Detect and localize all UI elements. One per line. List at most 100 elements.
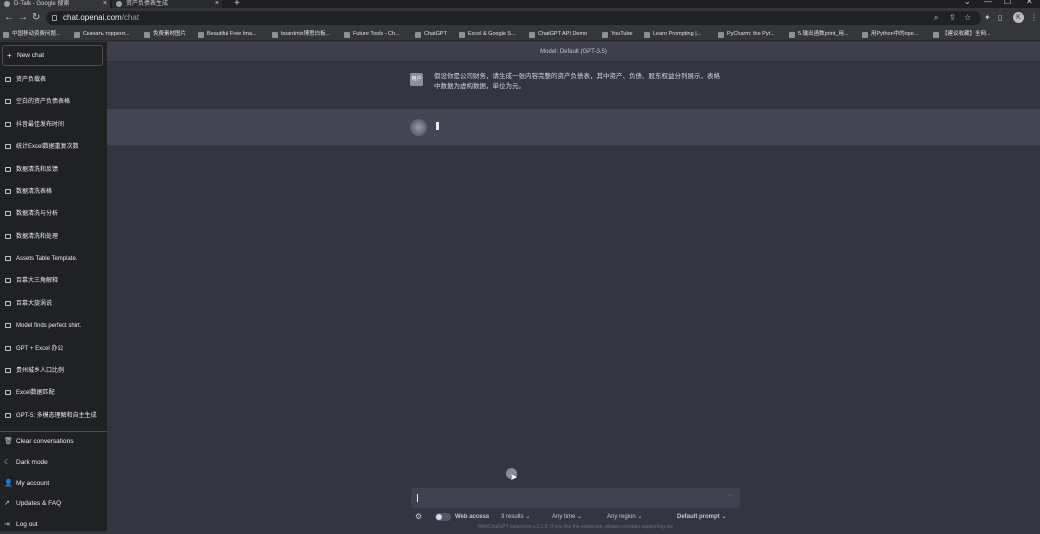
close-window-icon[interactable]: ✕ (1026, 0, 1033, 6)
browser-menu-icon[interactable]: ⋮ (1030, 13, 1038, 22)
close-tab-icon[interactable]: × (215, 0, 219, 8)
conversation-title: GPT-5: 多模态理解和自主生成 (16, 413, 97, 419)
webchatgpt-controls: ⚙ Web access 3 results ⌄ Any time ⌄ Any … (411, 510, 740, 524)
conversation-title: 资产负载表 (16, 77, 47, 83)
conversation-item[interactable]: 数据清洗表格 (0, 183, 107, 201)
bookmark-item[interactable]: boardmix博思白板... (272, 30, 330, 39)
assistant-message-row (107, 109, 1040, 146)
new-chat-label: New chat (17, 52, 45, 59)
bookmark-item[interactable]: ChatGPT API Demo (529, 30, 587, 39)
user-avatar: 用户 (410, 73, 423, 86)
dark-mode-button[interactable]: ☾ Dark mode (0, 454, 107, 472)
bookmark-label: Learn Prompting |... (653, 31, 702, 37)
conversation-item[interactable]: 百慕大三角解释 (0, 272, 107, 290)
bookmark-item[interactable]: YouTube (602, 30, 633, 39)
chat-bubble-icon (5, 234, 11, 239)
conversation-item[interactable]: 数据清洗与分析 (0, 205, 107, 223)
side-panel-icon[interactable]: ▯ (998, 13, 1002, 22)
region-select[interactable]: Any region ⌄ (607, 510, 642, 524)
conversation-item[interactable]: GPT + Excel 办公 (0, 340, 107, 358)
prompt-input[interactable]: ··· (411, 488, 740, 508)
tab-search-icon[interactable]: ⌄ (964, 0, 971, 6)
prompt-select[interactable]: Default prompt ⌄ (677, 510, 726, 524)
bookmark-label: PyCharm: the Pyt... (727, 31, 775, 37)
bookmark-label: 用Python中的ope... (871, 31, 919, 37)
conversation-item[interactable]: 抖音最佳发布时间 (0, 116, 107, 134)
minimize-icon[interactable]: — (984, 0, 992, 6)
bookmark-item[interactable]: 5.输出函数print_用... (789, 30, 848, 39)
conversation-item[interactable]: 空白的资产负债表格 (0, 93, 107, 111)
footer-label: My account (16, 480, 50, 487)
plus-icon: + (7, 51, 12, 60)
zoom-icon[interactable]: ⌕ (934, 13, 938, 23)
updates-faq-button[interactable]: ↗ Updates & FAQ (0, 495, 107, 513)
bookmark-item[interactable]: PyCharm: the Pyt... (718, 30, 775, 39)
conversation-item[interactable]: 贵州城乡人口比例 (0, 362, 107, 380)
bookmark-item[interactable]: 中国移动资费问题... (3, 30, 61, 39)
chevron-down-icon: ⌄ (637, 514, 643, 520)
chat-bubble-icon (5, 167, 11, 172)
bookmark-favicon-icon (459, 31, 465, 38)
log-out-button[interactable]: ⇥ Log out (0, 516, 107, 534)
conversation-item[interactable]: GPT-5: 多模态理解和自主生成 (0, 407, 107, 425)
new-chat-button[interactable]: + New chat (2, 45, 103, 66)
bookmark-favicon-icon (344, 31, 350, 38)
bookmark-item[interactable]: Скачать торрент... (74, 30, 129, 39)
bookmark-item[interactable]: 【建议收藏】全网... (933, 30, 991, 39)
chat-bubble-icon (5, 278, 11, 283)
bookmark-item[interactable]: 用Python中的ope... (862, 30, 918, 39)
input-caret (417, 494, 418, 502)
share-icon[interactable]: ⇪ (949, 13, 956, 22)
chat-bubble-icon (5, 346, 11, 351)
bookmark-favicon-icon (198, 31, 204, 38)
web-access-toggle[interactable] (435, 513, 451, 521)
back-icon[interactable]: ← (4, 12, 14, 23)
maximize-icon[interactable]: ☐ (1004, 0, 1011, 6)
conversation-item[interactable]: Assets Table Template. (0, 250, 107, 268)
chat-bubble-icon (5, 390, 11, 395)
bookmark-label: ChatGPT API Demo (538, 31, 588, 37)
bookmark-item[interactable]: 免费素材图片 (144, 30, 186, 39)
bookmark-item[interactable]: ChatGPT (415, 30, 447, 39)
bookmark-item[interactable]: Learn Prompting |... (644, 30, 701, 39)
settings-sliders-icon[interactable]: ⚙ (415, 510, 422, 524)
bookmark-item[interactable]: Future Tools - Ch... (344, 30, 400, 39)
bookmark-star-icon[interactable]: ☆ (964, 13, 971, 22)
my-account-button[interactable]: 👤 My account (0, 475, 107, 493)
forward-icon[interactable]: → (18, 12, 28, 23)
browser-tab-google[interactable]: D-Talk - Google 搜索 × (0, 0, 110, 8)
conversation-item[interactable]: Excel数据匹配 (0, 384, 107, 402)
bookmark-favicon-icon (415, 31, 421, 38)
time-select[interactable]: Any time ⌄ (552, 510, 582, 524)
profile-avatar[interactable]: K (1013, 12, 1024, 23)
bookmark-item[interactable]: Beautiful Free Ima... (198, 30, 257, 39)
extensions-icon[interactable]: ✦ (984, 13, 991, 22)
external-link-icon: ↗ (4, 500, 10, 507)
browser-tab-chatgpt[interactable]: 资产负债表生成 × (112, 0, 222, 8)
close-tab-icon[interactable]: × (103, 0, 107, 8)
footer-label: Dark mode (16, 459, 48, 466)
reload-icon[interactable]: ↻ (32, 12, 40, 23)
chat-bubble-icon (5, 256, 11, 261)
more-options-icon[interactable]: ··· (727, 492, 734, 499)
results-select-value: 3 results (501, 514, 524, 520)
conversation-item[interactable]: Model finds perfect shirt. (0, 317, 107, 335)
results-select[interactable]: 3 results ⌄ (501, 510, 530, 524)
chevron-down-icon: ⌄ (525, 514, 531, 520)
conversation-item[interactable]: 统计Excel数据重复次数 (0, 138, 107, 156)
bookmark-favicon-icon (602, 31, 608, 38)
conversation-title: Assets Table Template. (16, 256, 78, 262)
conversation-item[interactable]: 数据清洗和处理 (0, 228, 107, 246)
conversation-item[interactable]: 百慕大旋涡说 (0, 295, 107, 313)
conversation-item[interactable]: 数据清洗和反馈 (0, 161, 107, 179)
extension-footnote: WebChatGPT extension v.3.1.5. If you lik… (477, 524, 674, 530)
bookmark-item[interactable]: Excel & Google S... (459, 30, 516, 39)
bookmark-favicon-icon (272, 31, 278, 38)
clear-conversations-button[interactable]: 🗑 Clear conversations (0, 433, 107, 451)
conversation-title: 百慕大旋涡说 (16, 301, 53, 307)
user-icon: 👤 (4, 480, 13, 487)
conversation-item[interactable]: 资产负载表 (0, 71, 107, 89)
address-bar[interactable]: chat.openai.com/chat (46, 11, 981, 25)
bookmark-favicon-icon (144, 31, 150, 38)
conversation-title: 统计Excel数据重复次数 (16, 144, 79, 150)
